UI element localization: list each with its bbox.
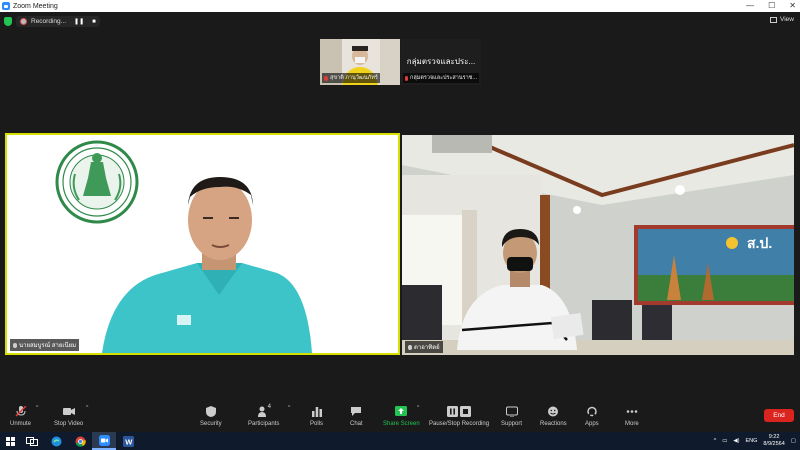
speaker-video-frame [7,135,398,353]
polls-icon [311,407,322,417]
close-button[interactable]: ✕ [789,0,796,12]
mic-icon [13,342,17,348]
chat-label: Chat [350,421,363,427]
end-meeting-button[interactable]: End [764,409,794,422]
pause-stop-recording-icon [447,406,472,417]
stop-video-button[interactable]: Stop Video [54,406,83,427]
encryption-shield-icon[interactable] [4,17,12,26]
stop-recording-icon[interactable]: ■ [92,19,96,25]
more-label: More [625,421,639,427]
view-grid-icon [770,16,778,23]
edge-browser-icon[interactable] [44,432,68,450]
security-button[interactable]: Security [200,406,222,427]
volume-icon[interactable]: ◀) [733,438,739,444]
stop-video-label: Stop Video [54,421,84,427]
task-view-icon[interactable] [20,432,44,450]
share-screen-label: Share Screen [383,421,420,427]
recording-indicator: Recording... ❚❚ ■ [16,16,100,27]
mic-icon [408,344,412,350]
chrome-browser-icon[interactable] [68,432,92,450]
apps-label: Apps [585,421,599,427]
zoom-app-icon [2,2,10,10]
participant-thumbnail[interactable]: สุขาติ ภานุวัฒนภัทร์ [320,39,400,85]
pause-stop-recording-label: Pause/Stop Recording [429,421,490,427]
participant-name-tag: ตาอาทิตย์ [405,341,443,353]
support-icon [505,406,518,417]
support-button[interactable]: Support [501,406,522,427]
participant-name: นายสมบูรณ์ สายเนียม [19,343,77,349]
unmute-label: Unmute [10,421,32,427]
participants-count: 4 [267,404,272,410]
muted-mic-icon [324,75,328,81]
room-video-frame: ส.ป. [402,135,794,355]
participants-icon: 4 [257,404,272,417]
zoom-taskbar-icon[interactable] [92,432,116,450]
system-clock[interactable]: 9:22 8/9/2564 [763,434,784,448]
participant-name-tag: นายสมบูรณ์ สายเนียม [10,339,80,351]
share-screen-caret-icon[interactable]: ^ [417,405,419,411]
participant-name: สุขาติ ภานุวัฒนภัทร์ [330,75,378,81]
maximize-button[interactable]: ☐ [768,0,775,12]
recording-icon [20,18,27,25]
notifications-icon[interactable]: ▢ [791,438,796,444]
view-button[interactable]: View [770,16,794,23]
apps-button[interactable]: Apps [585,406,599,427]
tray-chevron-icon[interactable]: ^ [714,438,717,444]
title-bar: Zoom Meeting — ☐ ✕ [0,0,800,12]
participant-video-room[interactable]: ส.ป. ตาอาทิตย์ [402,135,794,355]
audio-options-caret-icon[interactable]: ^ [36,405,38,411]
participant-name-tag: กลุ่มตรวจและประสานราช... [403,73,479,83]
more-dots-icon [626,410,638,413]
apps-icon [587,406,597,417]
view-label: View [780,16,794,23]
smiley-face-icon [548,406,559,417]
video-options-caret-icon[interactable]: ^ [86,405,88,411]
unmute-button[interactable]: Unmute [10,406,31,427]
participants-label: Participants [248,421,280,427]
support-label: Support [501,421,523,427]
clock-time: 9:22 [768,434,780,440]
share-screen-icon [395,406,408,416]
network-icon[interactable]: ▭ [722,438,727,444]
reactions-label: Reactions [540,421,567,427]
participant-name: ตาอาทิตย์ [414,345,440,351]
chat-bubble-icon [351,407,362,416]
polls-label: Polls [310,421,324,427]
pause-recording-icon[interactable]: ❚❚ [74,18,84,25]
participant-name-tag: สุขาติ ภานุวัฒนภัทร์ [322,73,380,83]
system-tray: ^ ▭ ◀) ENG 9:22 8/9/2564 ▢ [714,432,796,450]
chat-button[interactable]: Chat [350,406,363,427]
polls-button[interactable]: Polls [310,406,323,427]
pause-stop-recording-button[interactable]: Pause/Stop Recording [429,406,489,427]
window-title: Zoom Meeting [13,2,58,10]
participant-name: กลุ่มตรวจและประสานราช... [410,75,477,81]
share-screen-button[interactable]: Share Screen [383,406,420,427]
windows-start-icon[interactable] [0,432,20,450]
shield-icon [205,406,216,417]
windows-taskbar: W ^ ▭ ◀) ENG 9:22 8/9/2564 ▢ [0,432,800,450]
security-label: Security [200,421,222,427]
input-language[interactable]: ENG [745,438,757,444]
clock-date: 8/9/2564 [763,441,785,447]
window-controls: — ☐ ✕ [746,0,796,12]
recording-label: Recording... [31,18,67,25]
more-button[interactable]: More [625,406,639,427]
svg-text:W: W [125,437,133,446]
participants-button[interactable]: 4 Participants [248,404,280,427]
svg-text:ส.ป.: ส.ป. [747,235,772,251]
active-speaker-video[interactable]: นายสมบูรณ์ สายเนียม [5,133,400,355]
participant-display-name: กลุ่มตรวจและประ... [406,57,476,66]
organization-emblem [55,140,139,224]
video-camera-icon [62,408,75,415]
participant-thumbnail[interactable]: กลุ่มตรวจและประ... กลุ่มตรวจและประสานราช… [401,39,481,85]
recording-bar: Recording... ❚❚ ■ [4,16,100,27]
muted-mic-icon [405,75,408,81]
muted-microphone-icon [14,406,27,417]
word-app-icon[interactable]: W [116,432,140,450]
participants-caret-icon[interactable]: ^ [288,405,290,411]
meeting-toolbar: Unmute ^ Stop Video ^ Security 4 Partici… [0,402,800,432]
reactions-button[interactable]: Reactions [540,406,567,427]
minimize-button[interactable]: — [746,0,754,12]
